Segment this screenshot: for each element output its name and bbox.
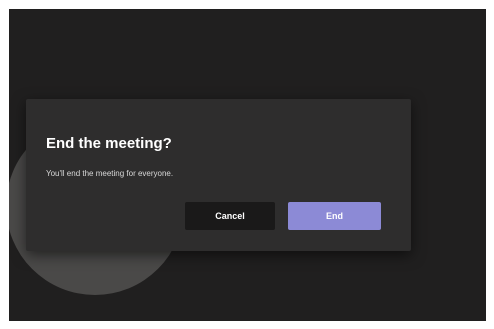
- end-meeting-dialog: End the meeting? You'll end the meeting …: [26, 99, 411, 251]
- dialog-message: You'll end the meeting for everyone.: [46, 169, 174, 178]
- dialog-title: End the meeting?: [46, 135, 172, 152]
- cancel-button[interactable]: Cancel: [185, 202, 275, 230]
- meeting-window: End the meeting? You'll end the meeting …: [9, 9, 486, 321]
- end-button[interactable]: End: [288, 202, 381, 230]
